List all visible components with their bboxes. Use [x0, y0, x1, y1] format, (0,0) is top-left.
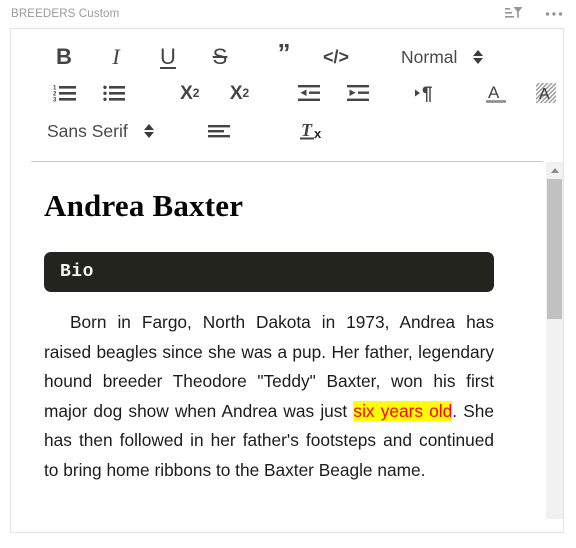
paragraph-style-value: Normal	[401, 46, 458, 67]
align-button[interactable]	[202, 114, 236, 148]
bullet-list-button[interactable]	[97, 76, 131, 110]
superscript-glyph: X	[229, 82, 243, 104]
document-area[interactable]: Andrea Baxter Bio Born in Fargo, North D…	[11, 162, 563, 519]
code-block-button[interactable]: </>	[319, 40, 353, 74]
highlighted-text: six years old	[353, 400, 453, 421]
svg-text:¶: ¶	[422, 84, 433, 102]
superscript-index: 2	[242, 86, 250, 100]
section-heading-text: Bio	[60, 262, 94, 282]
document-paragraph: Born in Fargo, North Dakota in 1973, And…	[44, 308, 494, 485]
svg-text:3: 3	[53, 98, 57, 103]
header-actions	[504, 4, 564, 24]
toolbar-row-3: Sans Serif T x	[11, 111, 563, 151]
document-scrollbar[interactable]	[546, 162, 563, 519]
superscript-button[interactable]: X2	[223, 76, 257, 110]
section-heading-block: Bio	[44, 252, 494, 292]
editor-card: B I U S ” </> Normal 1 2 3 X 2 X 2 ¶ A A…	[10, 28, 564, 533]
toolbar-row-2: 1 2 3 X 2 X 2 ¶ A A	[11, 75, 563, 111]
italic-button[interactable]: I	[99, 40, 133, 74]
document-title: Andrea Baxter	[44, 188, 244, 223]
sort-filter-icon[interactable]	[504, 4, 524, 24]
subscript-button[interactable]: X2	[173, 76, 207, 110]
highlight-color-button[interactable]: A	[529, 76, 563, 110]
scroll-up-arrow[interactable]	[546, 162, 563, 179]
toolbar-row-1: B I U S ” </> Normal	[11, 39, 563, 75]
more-options-icon[interactable]	[544, 4, 564, 24]
document-content[interactable]: Andrea Baxter Bio Born in Fargo, North D…	[11, 162, 530, 485]
chevron-updown-icon-font	[143, 124, 154, 138]
subscript-index: 2	[192, 86, 200, 100]
ordered-list-button[interactable]: 1 2 3	[47, 76, 81, 110]
text-direction-button[interactable]: ¶	[410, 76, 444, 110]
bold-button[interactable]: B	[47, 40, 81, 74]
scroll-thumb[interactable]	[547, 179, 562, 319]
blockquote-button[interactable]: ”	[267, 37, 301, 78]
editor-toolbar: B I U S ” </> Normal 1 2 3 X 2 X 2 ¶ A A…	[11, 29, 563, 155]
paragraph-style-select[interactable]: Normal	[401, 46, 484, 68]
outdent-button[interactable]	[292, 76, 326, 110]
svg-text:T: T	[301, 120, 313, 140]
font-family-value: Sans Serif	[47, 120, 128, 141]
font-family-select[interactable]: Sans Serif	[47, 121, 154, 142]
svg-text:x: x	[314, 126, 322, 141]
app-header: BREEDERS Custom	[0, 0, 576, 28]
text-color-button[interactable]: A	[479, 76, 513, 110]
subscript-glyph: X	[180, 82, 193, 104]
clear-formatting-button[interactable]: T x	[296, 114, 330, 148]
strikethrough-button[interactable]: S	[203, 40, 237, 74]
app-title: BREEDERS Custom	[11, 8, 120, 20]
svg-text:A: A	[539, 86, 550, 103]
underline-button[interactable]: U	[151, 40, 185, 74]
chevron-updown-icon	[473, 50, 484, 64]
indent-button[interactable]	[341, 76, 375, 110]
svg-text:A: A	[488, 83, 500, 102]
